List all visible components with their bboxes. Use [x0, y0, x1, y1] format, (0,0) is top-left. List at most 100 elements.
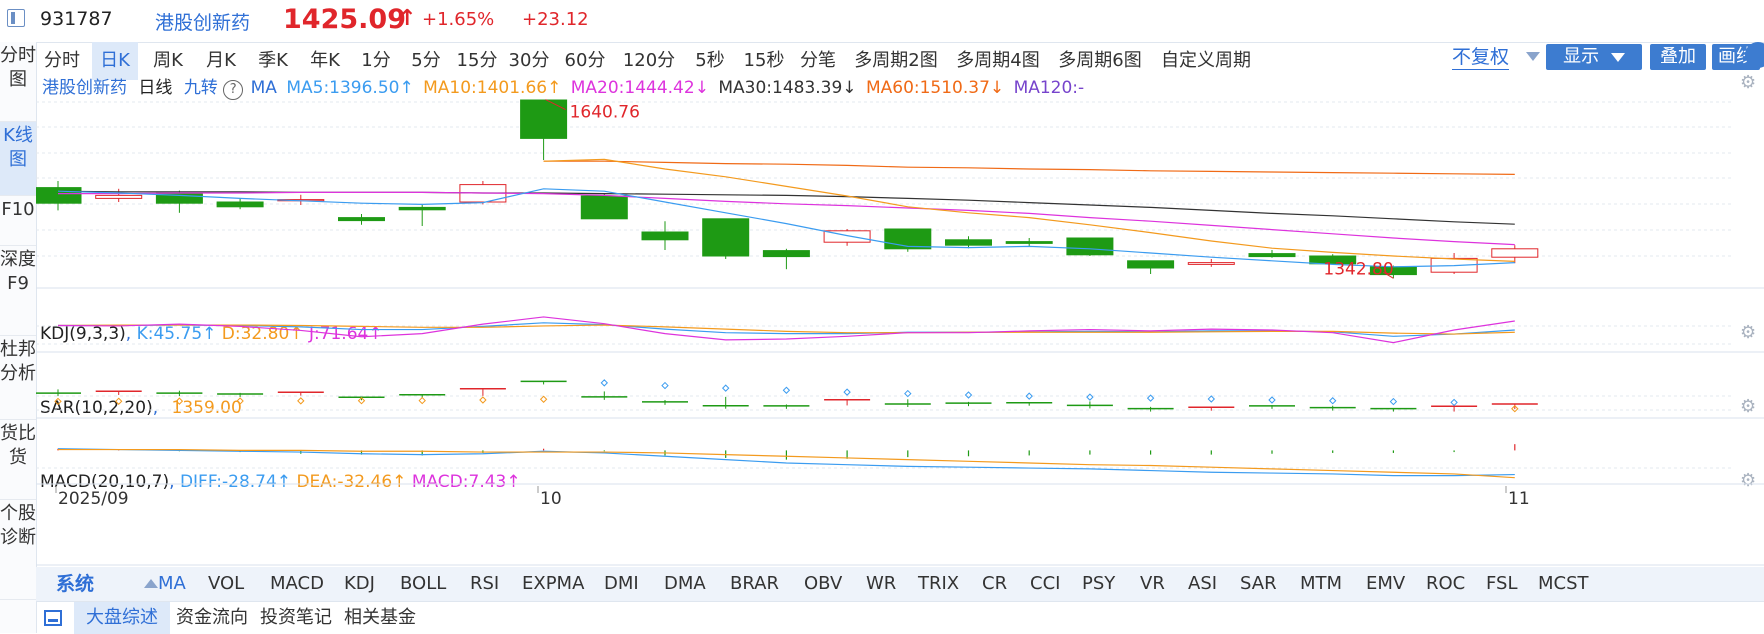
stock-code: 931787: [40, 8, 113, 30]
left-nav-item[interactable]: 杜邦分析: [0, 336, 36, 420]
indicator-tab[interactable]: ASI: [1188, 567, 1217, 601]
change-amount: +23.12: [522, 9, 589, 30]
candle-body: [1066, 237, 1114, 256]
display-label: 显示: [1563, 46, 1600, 67]
sar-dot: [1268, 396, 1276, 404]
candle-body: [338, 217, 385, 222]
sar-dot: [418, 396, 426, 405]
indicator-tab[interactable]: WR: [866, 567, 896, 601]
indicator-tab[interactable]: VOL: [208, 567, 244, 601]
indicator-tab[interactable]: ROC: [1426, 567, 1465, 601]
indicator-tab[interactable]: MA: [158, 567, 186, 601]
candle-body: [216, 201, 264, 208]
x-tick-label: 2025/09: [58, 489, 129, 509]
sar-dot: [175, 397, 184, 405]
indicator-tab[interactable]: EMV: [1366, 567, 1405, 601]
candle-body: [580, 195, 628, 220]
x-tick-label: 10: [540, 489, 562, 509]
indicator-tab[interactable]: CR: [982, 567, 1007, 601]
indicator-tab[interactable]: RSI: [470, 567, 499, 601]
indicator-tab[interactable]: MCST: [1538, 567, 1589, 601]
candle-body: [36, 187, 82, 204]
left-nav-item[interactable]: F10: [0, 196, 36, 246]
high-price-label: 1640.76: [570, 103, 640, 123]
left-nav-item[interactable]: 分时图: [0, 42, 36, 122]
candle-body: [520, 99, 568, 139]
indicator-tab[interactable]: MTM: [1300, 567, 1342, 601]
sar-dot: [539, 395, 548, 403]
x-tick-label: 11: [1508, 489, 1530, 509]
candle-body: [762, 250, 810, 258]
stock-name[interactable]: 港股创新药: [155, 8, 250, 35]
price-up-arrow-icon: ↑: [398, 6, 417, 31]
indicator-tab[interactable]: FSL: [1486, 567, 1518, 601]
display-button[interactable]: 显示: [1546, 44, 1642, 70]
candle-body: [702, 218, 750, 257]
candle-body: [1187, 262, 1235, 265]
sar-dot: [114, 397, 123, 405]
kline-chart[interactable]: 1640.76 1342.80 2025/09 10 11: [36, 80, 1764, 567]
indicator-tab[interactable]: BRAR: [730, 567, 779, 601]
indicator-tab[interactable]: DMA: [664, 567, 706, 601]
candle-body: [1127, 260, 1175, 269]
sar-dot: [479, 396, 487, 404]
change-percent: +1.65%: [422, 9, 495, 30]
ma30-line: [57, 190, 1515, 225]
overlay-button[interactable]: 叠加: [1650, 44, 1706, 70]
indicator-tab[interactable]: EXPMA: [522, 567, 584, 601]
panel-collapse-icon[interactable]: [44, 610, 62, 626]
candle-body: [1491, 248, 1539, 258]
left-nav-item[interactable]: 个股诊断: [0, 500, 36, 600]
candle-body: [1005, 241, 1053, 244]
indicator-bar: 系统 MA VOL MACD KDJ BOLL RSI EXPMA DMI DMA BRAR OBV…: [36, 567, 1764, 601]
indicator-tab[interactable]: TRIX: [918, 567, 959, 601]
left-nav-item[interactable]: 深度F9: [0, 246, 36, 336]
indicator-tab[interactable]: VR: [1140, 567, 1165, 601]
indicator-tab[interactable]: DMI: [604, 567, 639, 601]
quote-header: 931787 港股创新药 1425.09 ↑ +1.65% +23.12: [0, 0, 1764, 43]
candle-body: [1248, 253, 1296, 258]
candle-body: [95, 194, 143, 199]
candle-body: [945, 239, 992, 246]
period-tab[interactable]: 自定义周期: [1154, 42, 1258, 80]
indicator-tab[interactable]: KDJ: [344, 567, 375, 601]
chart-marks: [36, 99, 1539, 479]
low-price-label: 1342.80: [1323, 259, 1393, 279]
system-indicator-menu[interactable]: 系统: [36, 567, 134, 601]
left-nav: 分时图 K线图 F10 深度F9 杜邦分析 货比货 个股诊断: [0, 42, 37, 633]
sar-dot: [843, 388, 851, 396]
bottom-tab[interactable]: 大盘综述: [74, 602, 170, 634]
indicator-tab[interactable]: OBV: [804, 567, 842, 601]
indicator-tab[interactable]: PSY: [1082, 567, 1115, 601]
bottom-tab[interactable]: 投资笔记: [254, 602, 338, 634]
left-nav-item[interactable]: K线图: [0, 122, 36, 196]
sar-dot: [1328, 397, 1337, 405]
bottom-tab[interactable]: 资金流向: [170, 602, 254, 634]
sar-dot: [54, 397, 62, 406]
chevron-down-icon[interactable]: [1526, 52, 1540, 61]
indicator-tab[interactable]: MACD: [270, 567, 324, 601]
sar-dot: [1450, 398, 1458, 407]
sar-dot: [236, 397, 244, 405]
chevron-down-icon: [1610, 52, 1625, 62]
sar-dot: [964, 391, 973, 399]
indicator-tab[interactable]: CCI: [1030, 567, 1060, 601]
sar-dot: [782, 386, 791, 394]
indicator-tab[interactable]: SAR: [1240, 567, 1277, 601]
bottom-tabs: 大盘综述 资金流向 投资笔记 相关基金: [36, 601, 1764, 634]
sar-dot: [721, 384, 730, 392]
left-nav-item[interactable]: 货比货: [0, 420, 36, 500]
sar-dot: [600, 379, 609, 387]
kdj-j-line: [57, 316, 1515, 344]
chevron-up-icon[interactable]: [144, 579, 158, 588]
sar-dot: [661, 381, 669, 390]
indicator-tab[interactable]: BOLL: [400, 567, 446, 601]
candle-body: [641, 231, 689, 241]
fuquan-select[interactable]: 不复权: [1452, 45, 1510, 70]
sar-dot: [1207, 395, 1216, 403]
sidebar-toggle-icon[interactable]: [7, 9, 25, 27]
sar-dot: [1086, 393, 1094, 401]
settings-corner-icon[interactable]: [1745, 42, 1764, 68]
sar-dot: [297, 397, 305, 405]
bottom-tab[interactable]: 相关基金: [338, 602, 422, 634]
